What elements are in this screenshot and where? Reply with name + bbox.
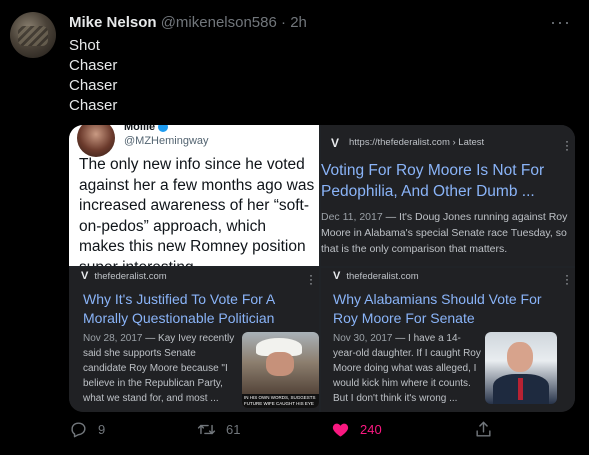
media-search-result-image[interactable]: Vthefederalist.com · · · Why Alabamians Sh… xyxy=(321,268,575,412)
author-name[interactable]: Mike Nelson xyxy=(69,14,157,31)
heart-icon xyxy=(332,423,349,437)
site-logo-icon: V xyxy=(333,270,341,282)
retweet-icon xyxy=(197,424,216,435)
like-button[interactable]: 240 xyxy=(331,420,382,439)
more-options-icon[interactable]: ··· xyxy=(550,12,571,33)
result-title: Why Alabamians Should Vote For Roy Moore… xyxy=(333,291,542,326)
quoted-author-handle: @MZHemingway xyxy=(124,135,209,147)
retweet-count: 61 xyxy=(226,422,241,437)
tweet-text: Shot Chaser Chaser Chaser xyxy=(69,36,117,116)
result-thumbnail: IN HIS OWN WORDS, SUGGESTS FUTURE WIFE C… xyxy=(242,332,319,408)
like-count: 240 xyxy=(360,422,382,437)
author-avatar[interactable] xyxy=(10,12,56,58)
separator-dot: · xyxy=(281,14,287,31)
kebab-menu-icon: · · · xyxy=(309,268,313,290)
retweet-button[interactable]: 61 xyxy=(197,420,240,439)
media-search-result-image[interactable]: Vthefederalist.com · · · Why It's Justifie… xyxy=(69,268,319,412)
tweet-line: Chaser xyxy=(69,57,118,74)
share-icon xyxy=(476,421,491,437)
result-source-domain: thefederalist.com xyxy=(346,271,419,282)
result-source-url: https://thefederalist.com › Latest xyxy=(349,137,485,148)
result-snippet: Nov 28, 2017 — Kay Ivey recently said sh… xyxy=(83,331,241,406)
tweet-header: Mike Nelson @mikenelson586 · 2h xyxy=(69,14,307,31)
kebab-menu-icon: · · · xyxy=(565,134,569,156)
media-search-result-image[interactable]: V https://thefederalist.com › Latest · · ·… xyxy=(321,125,575,266)
site-logo-icon: V xyxy=(331,136,340,150)
tweet-line: Chaser xyxy=(69,77,118,94)
result-title: Voting For Roy Moore Is Not For Pedophil… xyxy=(321,162,545,200)
media-grid: Mollie @MZHemingway The only new info si… xyxy=(69,125,575,412)
media-quoted-tweet-image[interactable]: Mollie @MZHemingway The only new info si… xyxy=(69,125,319,266)
result-source-domain: thefederalist.com xyxy=(94,271,167,282)
author-handle[interactable]: @mikenelson586 xyxy=(161,14,277,31)
thumbnail-caption-text: IN HIS OWN WORDS, SUGGESTS FUTURE WIFE C… xyxy=(244,395,316,408)
reply-icon xyxy=(71,422,86,438)
result-title: Why It's Justified To Vote For A Morally… xyxy=(83,291,275,326)
face-shape xyxy=(507,342,533,372)
result-date: Nov 28, 2017 xyxy=(83,333,143,344)
reply-count: 9 xyxy=(98,422,106,437)
result-date: Nov 30, 2017 xyxy=(333,333,393,344)
quoted-author-name: Mollie xyxy=(124,125,156,133)
result-snippet: Dec 11, 2017 — It's Doug Jones running a… xyxy=(321,209,575,257)
result-thumbnail xyxy=(485,332,557,404)
face-shape xyxy=(266,352,294,376)
result-snippet: Nov 30, 2017 — I have a 14-year-old daug… xyxy=(333,331,481,406)
result-date: Dec 11, 2017 xyxy=(321,211,383,223)
tweet-actions: 9 61 240 xyxy=(69,420,575,448)
tweet-time[interactable]: 2h xyxy=(290,14,307,31)
tweet-line: Chaser xyxy=(69,97,118,114)
reply-button[interactable]: 9 xyxy=(69,420,105,439)
thumbnail-caption: IN HIS OWN WORDS, SUGGESTS FUTURE WIFE C… xyxy=(242,394,319,408)
tie-shape xyxy=(518,378,523,400)
tweet-line: Shot xyxy=(69,37,100,54)
result-source: Vthefederalist.com xyxy=(81,270,167,282)
kebab-menu-icon: · · · xyxy=(565,268,569,290)
verified-badge-icon xyxy=(158,125,169,133)
quoted-author-avatar xyxy=(77,125,115,157)
result-source: Vthefederalist.com xyxy=(333,270,419,282)
quoted-tweet-body: The only new info since he voted against… xyxy=(79,156,315,266)
quoted-author-name-row: Mollie xyxy=(124,125,169,133)
site-logo-icon: V xyxy=(81,270,89,282)
share-button[interactable] xyxy=(474,420,493,439)
